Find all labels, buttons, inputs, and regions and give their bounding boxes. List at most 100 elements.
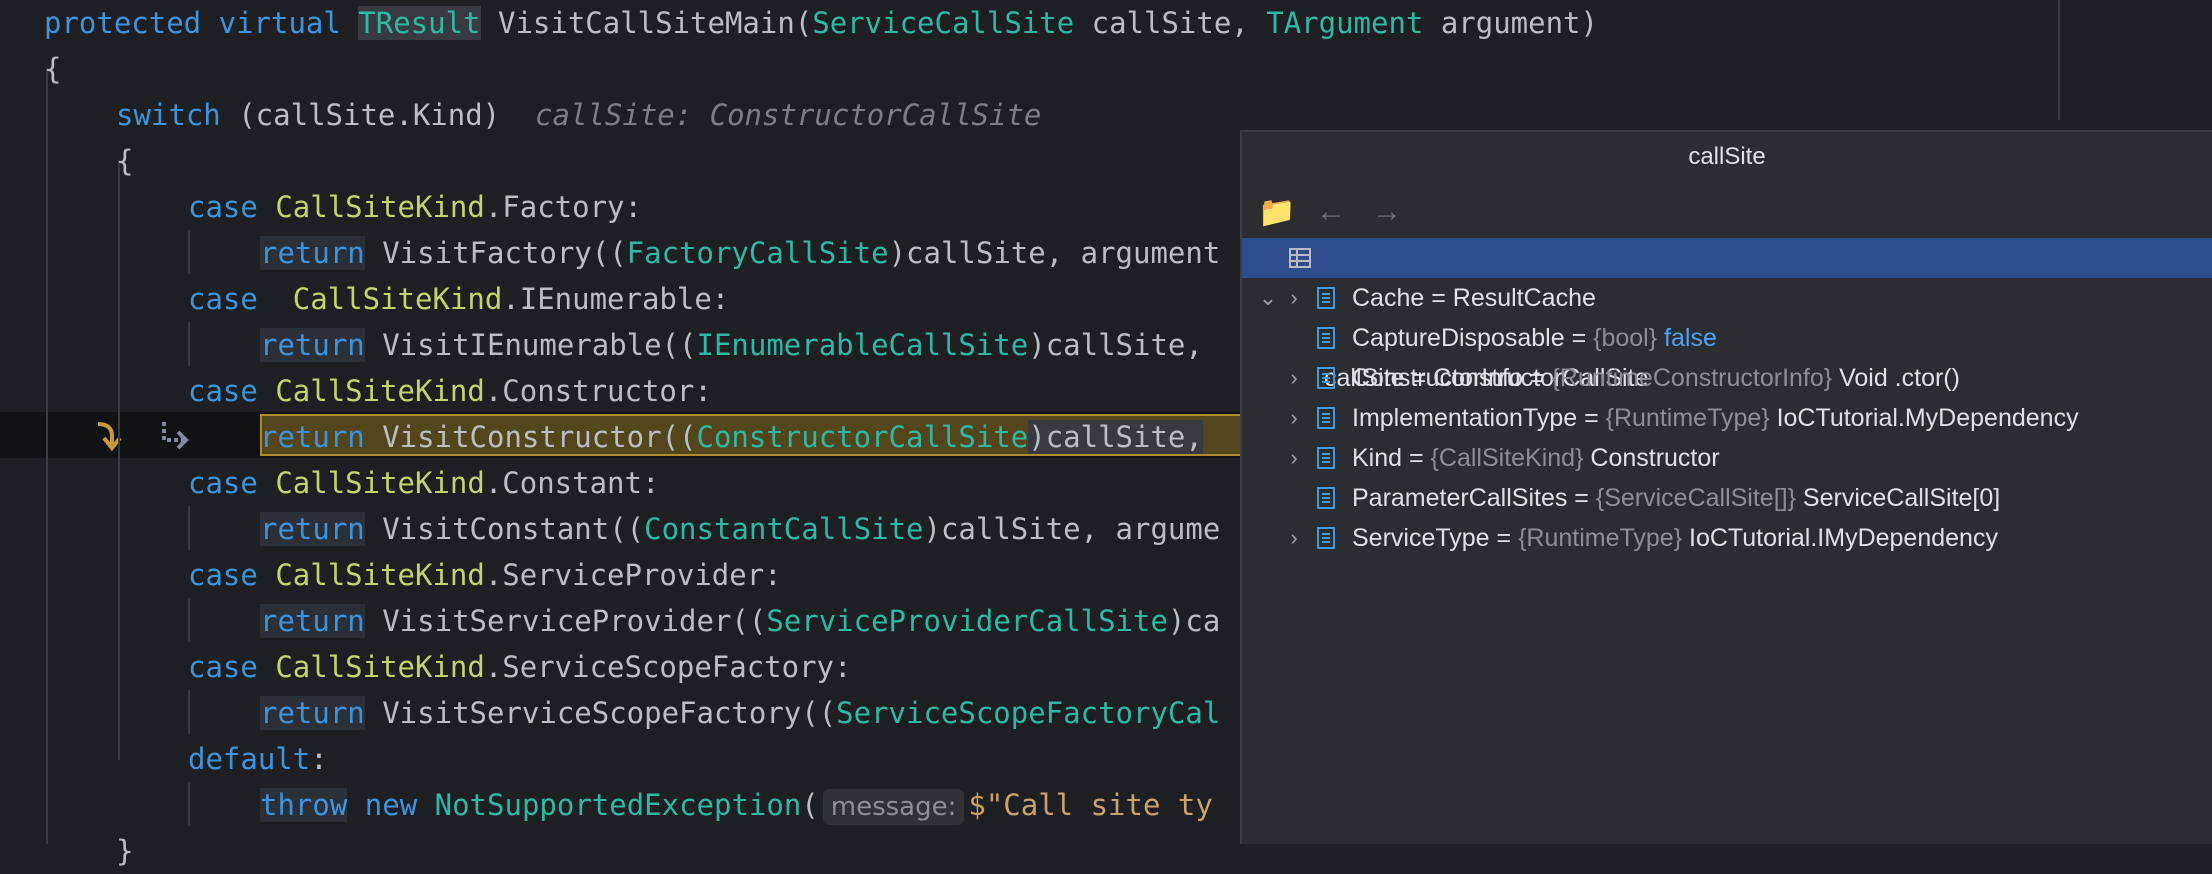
execution-pointer-icon[interactable] <box>160 418 192 452</box>
arguments: )ca <box>1167 604 1221 638</box>
case-line[interactable]: case CallSiteKind.Factory: <box>188 184 642 230</box>
chevron-right-icon[interactable]: › <box>1284 358 1304 398</box>
field-label: ConstructorInfo = {RuntimeConstructorInf… <box>1352 358 1960 398</box>
field-type: {ServiceCallSite[]} <box>1595 484 1796 512</box>
tree-field-row[interactable]: › ServiceType = {RuntimeType} IoCTutorial… <box>1242 518 2212 558</box>
chevron-right-icon[interactable]: › <box>1284 398 1304 438</box>
case-line[interactable]: case CallSiteKind.ServiceScopeFactory: <box>188 644 851 690</box>
enum-name: CallSiteKind <box>275 650 485 684</box>
keyword: virtual <box>218 6 341 40</box>
case-line[interactable]: case CallSiteKind.IEnumerable: <box>188 276 729 322</box>
field-label: Kind = {CallSiteKind} Constructor <box>1352 438 1720 478</box>
case-line[interactable]: case CallSiteKind.ServiceProvider: <box>188 552 782 598</box>
return-line[interactable]: return VisitConstant((ConstantCallSite)c… <box>260 506 1220 552</box>
code-line[interactable]: { <box>44 46 61 92</box>
tree-field-row[interactable]: CaptureDisposable = {bool} false <box>1242 318 2212 358</box>
brace: } <box>116 834 134 868</box>
indent-guide <box>118 160 120 760</box>
field-name: ImplementationType <box>1352 404 1578 432</box>
field-icon <box>1317 287 1335 309</box>
field-value: Constructor <box>1590 444 1720 472</box>
code-line[interactable]: { <box>116 138 133 184</box>
editor-right-margin <box>2058 0 2060 120</box>
equals: = <box>1577 404 1606 432</box>
code-line[interactable]: switch (callSite.Kind) callSite: Constru… <box>116 92 1041 138</box>
enum-name: CallSiteKind <box>292 282 503 316</box>
method-call: VisitFactory(( <box>364 236 627 270</box>
enum-member: .ServiceProvider: <box>484 558 782 592</box>
field-value: Void .ctor() <box>1839 364 1960 392</box>
enum-name: CallSiteKind <box>275 374 485 408</box>
indent-guide <box>188 230 190 274</box>
chevron-right-icon[interactable]: › <box>1284 278 1304 318</box>
enum-member: .ServiceScopeFactory: <box>484 650 852 684</box>
field-icon <box>1317 447 1335 469</box>
colon: : <box>310 742 328 776</box>
field-icon <box>1317 487 1335 509</box>
type-name: NotSupportedException <box>434 788 802 822</box>
case-line[interactable]: case CallSiteKind.Constant: <box>188 460 659 506</box>
field-name: ServiceType <box>1352 524 1490 552</box>
indent-guide <box>188 506 190 550</box>
field-name: Cache <box>1352 284 1425 312</box>
code-line[interactable]: protected virtual TResult VisitCallSiteM… <box>44 0 1598 46</box>
return-line[interactable]: return VisitFactory((FactoryCallSite)cal… <box>260 230 1220 276</box>
field-value: ServiceCallSite[0] <box>1802 484 2001 512</box>
field-value: IoCTutorial.IMyDependency <box>1689 524 1998 552</box>
field-name: Kind <box>1352 444 1403 472</box>
arguments: )callSite, argume <box>923 512 1221 546</box>
keyword: return <box>260 512 365 546</box>
tree-field-row[interactable]: › ConstructorInfo = {RuntimeConstructorIn… <box>1242 358 2212 398</box>
field-name: CaptureDisposable <box>1352 324 1565 352</box>
debug-quick-evaluate-popup[interactable]: callSite 📁 ← → ⌄ callSite = ConstructorC… <box>1240 130 2212 844</box>
tree-field-row[interactable]: › Cache = ResultCache <box>1242 278 2212 318</box>
type-name: ServiceScopeFactoryCal <box>836 696 1221 730</box>
return-line[interactable]: return VisitServiceScopeFactory((Service… <box>260 690 1220 736</box>
equals: = <box>1567 484 1596 512</box>
return-line[interactable]: return VisitIEnumerable((IEnumerableCall… <box>260 322 1220 368</box>
type-name: FactoryCallSite <box>626 236 889 270</box>
tree-field-row[interactable]: › ImplementationType = {RuntimeType} IoCT… <box>1242 398 2212 438</box>
chevron-right-icon[interactable]: › <box>1284 438 1304 478</box>
back-arrow-icon[interactable]: ← <box>1314 195 1348 229</box>
throw-line[interactable]: throw new NotSupportedException(message:… <box>260 782 1213 828</box>
field-value: ResultCache <box>1452 284 1596 312</box>
case-line[interactable]: case CallSiteKind.Constructor: <box>188 368 712 414</box>
field-label: CaptureDisposable = {bool} false <box>1352 318 1717 358</box>
equals: = <box>1402 444 1431 472</box>
keyword: case <box>188 466 258 500</box>
keyword: return <box>260 328 365 362</box>
return-line[interactable]: return VisitServiceProvider((ServiceProv… <box>260 598 1220 644</box>
indent-guide <box>188 322 190 366</box>
type-name: IEnumerableCallSite <box>696 328 1029 362</box>
tree-field-row[interactable]: › Kind = {CallSiteKind} Constructor <box>1242 438 2212 478</box>
tree-field-row[interactable]: ParameterCallSites = {ServiceCallSite[]}… <box>1242 478 2212 518</box>
method-call: VisitServiceProvider(( <box>364 604 767 638</box>
field-icon <box>1317 407 1335 429</box>
chevron-right-icon[interactable]: › <box>1284 518 1304 558</box>
keyword: case <box>188 650 258 684</box>
field-label: ServiceType = {RuntimeType} IoCTutorial.… <box>1352 518 1998 558</box>
parameter: argument) <box>1423 6 1598 40</box>
enum-name: CallSiteKind <box>275 558 485 592</box>
method-call: VisitIEnumerable(( <box>364 328 697 362</box>
method-call: VisitConstant(( <box>364 512 645 546</box>
keyword: case <box>188 282 258 316</box>
method-call: VisitServiceScopeFactory(( <box>364 696 837 730</box>
field-icon <box>1317 367 1335 389</box>
field-value: false <box>1664 324 1717 352</box>
field-name: ParameterCallSites <box>1352 484 1568 512</box>
return-line-current[interactable]: return VisitConstructor((ConstructorCall… <box>260 414 1203 460</box>
default-line[interactable]: default: <box>188 736 328 782</box>
open-in-watches-icon[interactable]: 📁 <box>1258 195 1295 230</box>
keyword: return <box>260 420 365 454</box>
field-icon <box>1317 327 1335 349</box>
arguments: )callSite, argument <box>888 236 1221 270</box>
forward-arrow-icon[interactable]: → <box>1370 195 1404 229</box>
code-line[interactable]: } <box>116 828 133 874</box>
field-label: ImplementationType = {RuntimeType} IoCTu… <box>1352 398 2079 438</box>
tree-root-row[interactable]: ⌄ callSite = ConstructorCallSite <box>1242 238 2212 392</box>
